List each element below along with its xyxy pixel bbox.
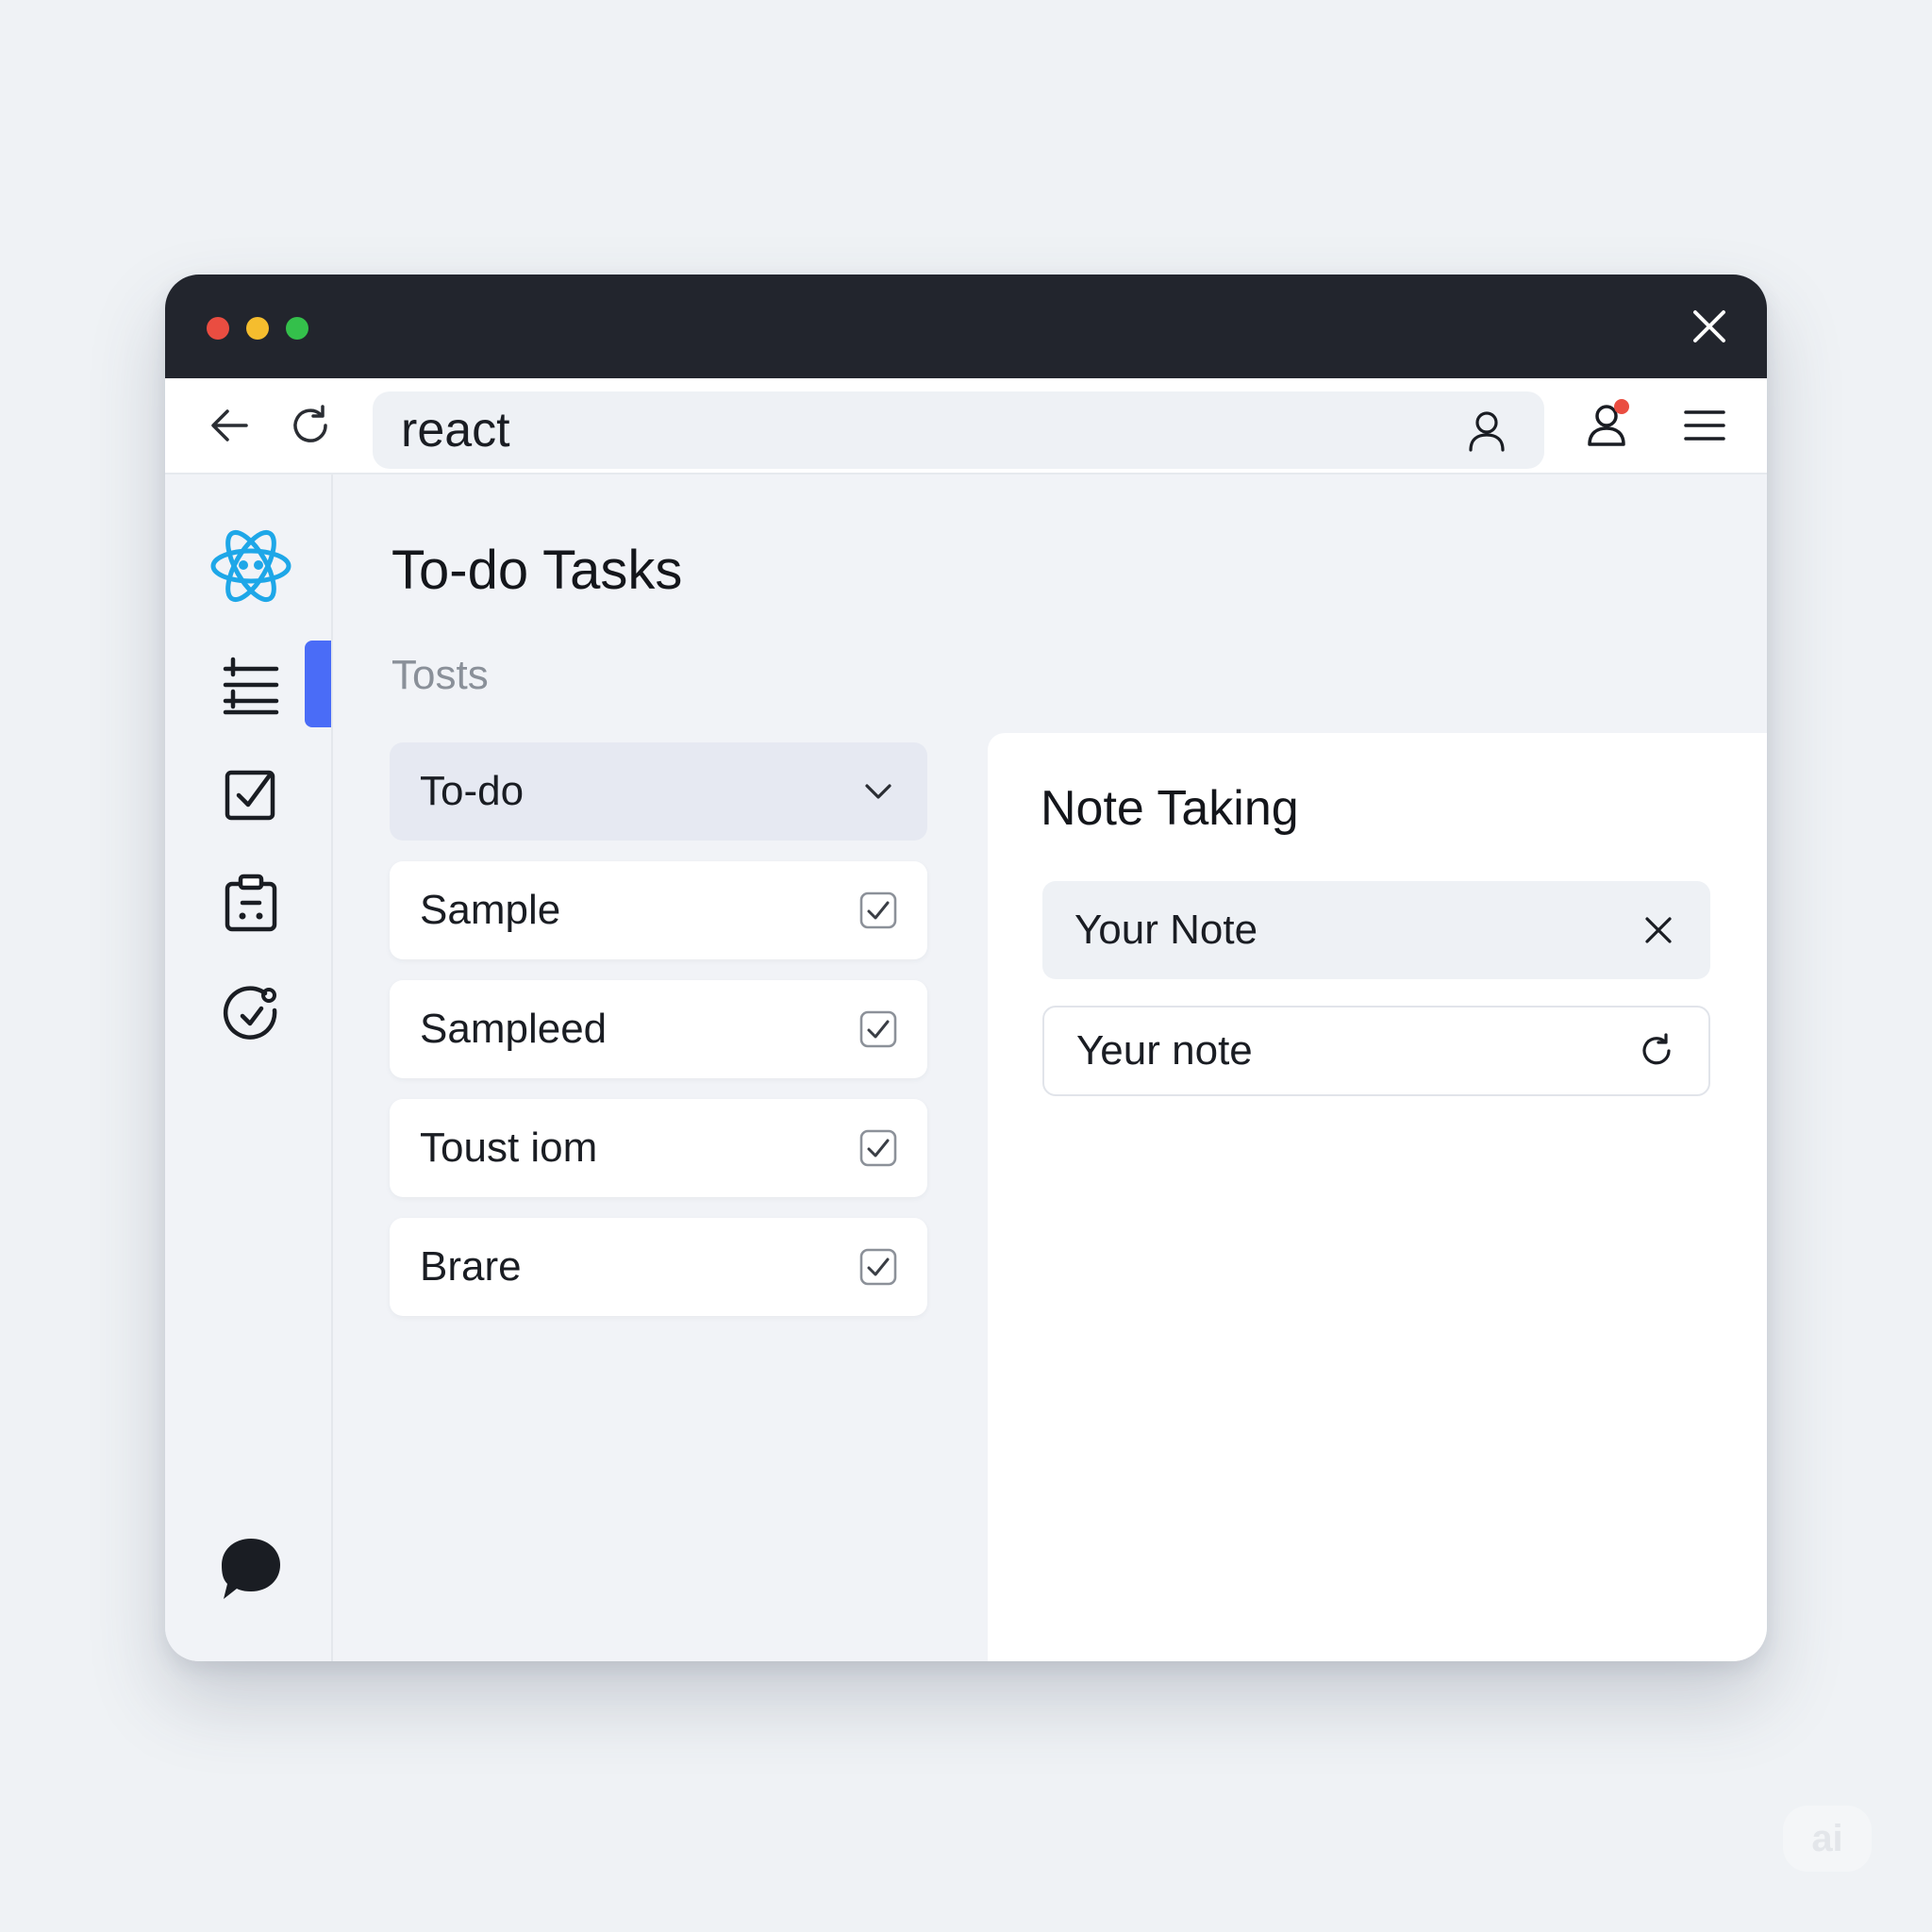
refresh-icon[interactable] [1637, 1031, 1676, 1071]
task-item-toust-iom[interactable]: Toust iom [390, 1099, 927, 1197]
task-label: Toust iom [420, 1124, 598, 1171]
back-arrow-icon[interactable] [203, 399, 256, 452]
task-dropdown-todo[interactable]: To-do [390, 742, 927, 841]
chat-icon[interactable] [208, 1525, 293, 1610]
task-label: Brare [420, 1243, 522, 1290]
sidebar [165, 475, 333, 1661]
list-icon[interactable] [208, 642, 293, 727]
user-icon[interactable] [1463, 407, 1510, 454]
task-label: To-do [420, 768, 525, 814]
task-item-sample[interactable]: Sample [390, 861, 927, 959]
clipboard-icon[interactable] [208, 861, 293, 946]
title-bar [165, 275, 1767, 378]
close-icon[interactable] [1686, 303, 1733, 350]
checkbox-checked-icon[interactable] [859, 1010, 897, 1048]
checkbox-checked-icon[interactable] [859, 891, 897, 929]
note-input-filled[interactable]: Your Note [1042, 881, 1710, 979]
checkbox-checked-icon[interactable] [859, 1248, 897, 1286]
notes-panel: Note Taking Your Note Yeur note [988, 733, 1767, 1661]
address-text: react [401, 403, 510, 458]
maximize-window-dot[interactable] [286, 317, 308, 340]
task-item-brare[interactable]: Brare [390, 1218, 927, 1316]
note-value: Yeur note [1076, 1027, 1253, 1074]
task-label: Sampleed [420, 1006, 608, 1052]
minimize-window-dot[interactable] [246, 317, 269, 340]
task-label: Sample [420, 887, 561, 933]
app-window: react To-do Tasks Tosts To-do Sample Sam… [165, 275, 1767, 1661]
ai-watermark: ai [1783, 1806, 1872, 1872]
react-logo-icon[interactable] [208, 524, 293, 608]
chevron-down-icon[interactable] [859, 773, 897, 810]
menu-icon[interactable] [1678, 399, 1731, 452]
page-subtitle: Tosts [391, 652, 489, 698]
reload-icon[interactable] [284, 399, 337, 452]
checklist-icon[interactable] [208, 752, 293, 837]
note-input-outlined[interactable]: Yeur note [1042, 1006, 1710, 1096]
active-indicator [305, 641, 331, 727]
task-item-sampleed[interactable]: Sampleed [390, 980, 927, 1078]
notes-title: Note Taking [1041, 781, 1299, 836]
page-title: To-do Tasks [391, 540, 683, 601]
checkbox-checked-icon[interactable] [859, 1129, 897, 1167]
close-icon[interactable] [1639, 910, 1678, 950]
timer-icon[interactable] [208, 971, 293, 1056]
note-value: Your Note [1074, 907, 1258, 953]
account-notification-icon[interactable] [1580, 397, 1637, 454]
close-window-dot[interactable] [207, 317, 229, 340]
address-bar[interactable]: react [373, 391, 1544, 469]
